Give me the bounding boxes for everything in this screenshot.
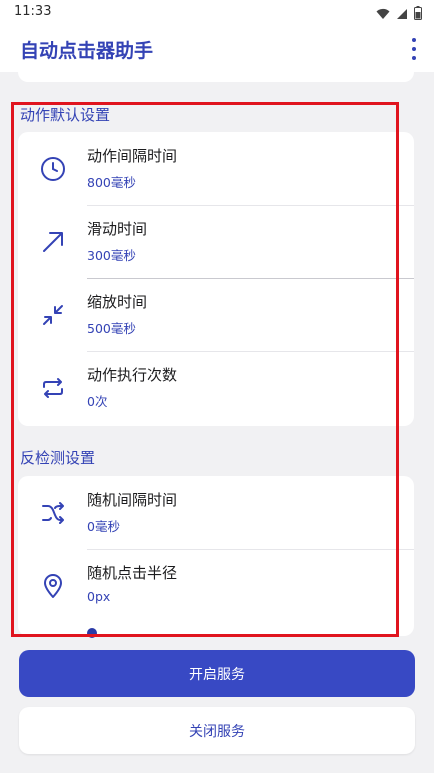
- setting-row-repeat-count[interactable]: 动作执行次数 0次: [18, 351, 414, 424]
- section-header-action-defaults: 动作默认设置: [20, 106, 111, 124]
- app-title: 自动点击器助手: [20, 40, 154, 62]
- setting-value: 300毫秒: [87, 248, 136, 263]
- floating-dot[interactable]: [87, 628, 97, 638]
- more-menu-button[interactable]: [408, 38, 420, 60]
- signal-icon: [396, 5, 408, 24]
- stop-service-button[interactable]: 关闭服务: [19, 707, 415, 754]
- setting-title: 随机间隔时间: [87, 491, 178, 509]
- setting-title: 随机点击半径: [87, 564, 178, 582]
- shuffle-icon: [40, 500, 66, 526]
- more-vert-icon: [412, 38, 416, 42]
- zoom-in-icon: [40, 302, 66, 328]
- setting-value: 500毫秒: [87, 321, 136, 336]
- setting-row-zoom-time[interactable]: 缩放时间 500毫秒: [18, 278, 414, 351]
- app-bar: 自动点击器助手: [0, 26, 434, 72]
- arrow-up-right-icon: [40, 229, 66, 255]
- setting-value: 800毫秒: [87, 175, 136, 190]
- anti-detection-card: 随机间隔时间 0毫秒 随机点击半径 0px: [18, 476, 414, 636]
- setting-value: 0毫秒: [87, 519, 120, 534]
- setting-row-random-radius[interactable]: 随机点击半径 0px: [18, 549, 414, 622]
- status-icons: [376, 5, 422, 24]
- setting-title: 动作执行次数: [87, 366, 178, 384]
- previous-card: [18, 70, 414, 82]
- location-pin-icon: [40, 573, 66, 599]
- status-time: 11:33: [14, 4, 52, 19]
- clock-icon: [40, 156, 66, 182]
- setting-row-swipe-time[interactable]: 滑动时间 300毫秒: [18, 205, 414, 278]
- setting-row-random-interval[interactable]: 随机间隔时间 0毫秒: [18, 476, 414, 549]
- start-service-button[interactable]: 开启服务: [19, 650, 415, 697]
- setting-title: 动作间隔时间: [87, 147, 178, 165]
- setting-row-action-interval[interactable]: 动作间隔时间 800毫秒: [18, 132, 414, 205]
- setting-title: 滑动时间: [87, 220, 148, 238]
- action-defaults-card: 动作间隔时间 800毫秒 滑动时间 300毫秒 缩放时间 500毫秒 动作执行次…: [18, 132, 414, 426]
- settings-content[interactable]: 动作默认设置 动作间隔时间 800毫秒 滑动时间 300毫秒 缩放时间 500毫…: [0, 70, 434, 773]
- section-header-anti-detection: 反检测设置: [20, 449, 96, 467]
- status-bar: 11:33: [0, 0, 434, 26]
- wifi-icon: [376, 5, 390, 24]
- setting-value: 0次: [87, 394, 108, 409]
- battery-icon: [414, 5, 422, 24]
- setting-value: 0px: [87, 589, 111, 604]
- setting-title: 缩放时间: [87, 293, 148, 311]
- repeat-icon: [40, 375, 66, 401]
